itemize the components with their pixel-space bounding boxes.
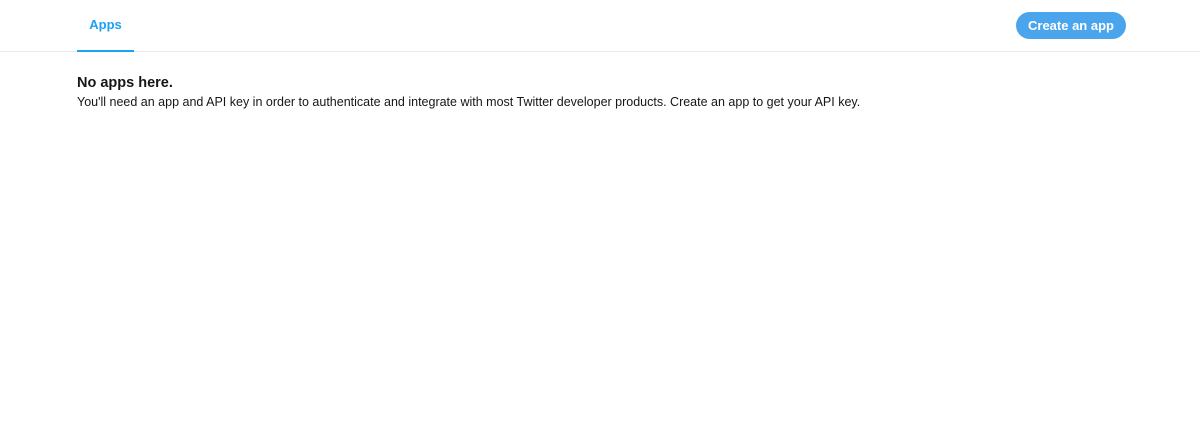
empty-state: No apps here. You'll need an app and API… bbox=[77, 74, 1077, 110]
create-app-button[interactable]: Create an app bbox=[1016, 12, 1126, 39]
empty-state-title: No apps here. bbox=[77, 75, 173, 91]
tab-apps[interactable]: Apps bbox=[77, 0, 134, 52]
tab-bar: Apps Create an app bbox=[0, 0, 1200, 52]
empty-state-message: You'll need an app and API key in order … bbox=[77, 95, 861, 109]
apps-page: Apps Create an app No apps here. You'll … bbox=[0, 0, 1200, 427]
tab-apps-label: Apps bbox=[89, 16, 122, 32]
